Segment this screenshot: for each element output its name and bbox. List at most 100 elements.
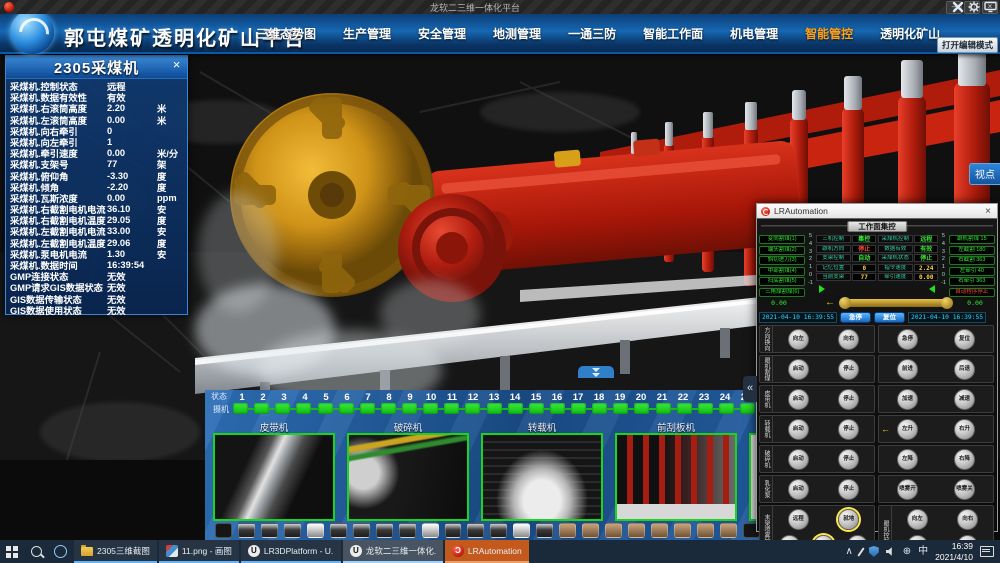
- nav-menu-item[interactable]: 一通三防: [568, 25, 616, 42]
- channel-status-indicator[interactable]: [508, 403, 523, 414]
- nav-menu-item[interactable]: 智能管控: [805, 25, 853, 42]
- cut-mode-button[interactable]: 左截割 180: [949, 246, 995, 255]
- round-control-button[interactable]: 向左: [907, 509, 928, 530]
- taskbar-item[interactable]: 龙软二三维一体化...: [343, 540, 443, 563]
- round-control-button[interactable]: 停止: [838, 389, 859, 410]
- round-control-button[interactable]: 停止: [838, 449, 859, 470]
- round-control-button[interactable]: 复位: [954, 329, 975, 350]
- cut-mode-button[interactable]: 斜切进刀(3): [759, 256, 805, 265]
- lra-close-icon[interactable]: ×: [983, 206, 993, 217]
- reset-button[interactable]: 复位: [874, 312, 905, 323]
- film-strip-cell[interactable]: [536, 523, 553, 538]
- nav-menu-item[interactable]: 地测管理: [493, 25, 541, 42]
- channel-status-indicator[interactable]: [550, 403, 565, 414]
- channel-status-indicator[interactable]: [529, 403, 544, 414]
- round-control-button[interactable]: 加速: [897, 389, 918, 410]
- nav-menu-item[interactable]: 智能工作面: [643, 25, 703, 42]
- camera-thumbnail[interactable]: [347, 433, 469, 521]
- cut-mode-button[interactable]: 中部割煤(4): [759, 267, 805, 276]
- cut-mode-button[interactable]: 跟机割煤 15: [949, 235, 995, 244]
- round-control-button[interactable]: 停止: [838, 419, 859, 440]
- taskbar-item[interactable]: 11.png - 画图: [159, 540, 239, 563]
- channel-status-indicator[interactable]: [423, 403, 438, 414]
- security-shield-icon[interactable]: [869, 546, 879, 557]
- round-control-button[interactable]: 前进: [897, 359, 918, 380]
- camera-thumbnail[interactable]: [213, 433, 335, 521]
- channel-status-indicator[interactable]: [360, 403, 375, 414]
- channel-status-indicator[interactable]: [402, 403, 417, 414]
- channel-status-indicator[interactable]: [677, 403, 692, 414]
- round-control-button[interactable]: 减速: [954, 389, 975, 410]
- round-control-button[interactable]: 右降: [954, 449, 975, 470]
- nav-menu-item[interactable]: 三维态势图: [256, 25, 316, 42]
- round-control-button[interactable]: 喷雾开: [897, 479, 918, 500]
- film-strip-cell[interactable]: [720, 523, 737, 538]
- taskbar-item[interactable]: LRAutomation: [445, 540, 529, 563]
- round-control-button[interactable]: 启动: [788, 359, 809, 380]
- round-control-button[interactable]: 喷雾关: [954, 479, 975, 500]
- channel-status-indicator[interactable]: [339, 403, 354, 414]
- film-strip-cell[interactable]: [284, 523, 301, 538]
- film-strip-cell[interactable]: [628, 523, 645, 538]
- channel-status-indicator[interactable]: [254, 403, 269, 414]
- camera-thumbnail[interactable]: [615, 433, 737, 521]
- collapse-chevron-button[interactable]: [578, 366, 614, 378]
- film-strip-cell[interactable]: [490, 523, 507, 538]
- round-control-button[interactable]: 右升: [954, 419, 975, 440]
- round-control-button[interactable]: 向左: [788, 329, 809, 350]
- nav-menu-item[interactable]: 机电管理: [730, 25, 778, 42]
- cut-mode-button[interactable]: 右截割 363: [949, 256, 995, 265]
- round-control-button[interactable]: 远程: [788, 509, 809, 530]
- pen-icon[interactable]: [857, 547, 864, 556]
- cortana-button[interactable]: [48, 540, 72, 563]
- film-strip-cell[interactable]: [376, 523, 393, 538]
- lra-collapse-handle[interactable]: «: [743, 376, 757, 402]
- network-globe-icon[interactable]: ⊕: [903, 540, 911, 563]
- viewpoint-tab[interactable]: 视点: [969, 163, 1000, 185]
- round-control-button[interactable]: 停止: [838, 359, 859, 380]
- taskbar-item[interactable]: LR3DPlatform - U...: [241, 540, 341, 563]
- round-control-button[interactable]: 左升: [897, 419, 918, 440]
- channel-status-indicator[interactable]: [318, 403, 333, 414]
- film-strip-cell[interactable]: [330, 523, 347, 538]
- channel-status-indicator[interactable]: [275, 403, 290, 414]
- tools-icon[interactable]: [952, 1, 964, 13]
- film-strip-cell[interactable]: [215, 523, 232, 538]
- channel-status-indicator[interactable]: [487, 403, 502, 414]
- channel-status-indicator[interactable]: [296, 403, 311, 414]
- film-strip-cell[interactable]: [605, 523, 622, 538]
- cut-mode-button[interactable]: 右牵引 363: [949, 277, 995, 286]
- channel-status-indicator[interactable]: [634, 403, 649, 414]
- channel-status-indicator[interactable]: [381, 403, 396, 414]
- film-strip-cell[interactable]: [261, 523, 278, 538]
- speaker-icon[interactable]: [886, 547, 896, 557]
- taskbar-item[interactable]: 2305三维截图: [74, 540, 157, 563]
- film-strip-cell[interactable]: [238, 523, 255, 538]
- channel-status-indicator[interactable]: [698, 403, 713, 414]
- round-control-button[interactable]: 左降: [897, 449, 918, 470]
- gear-icon[interactable]: [968, 1, 980, 13]
- cut-mode-button[interactable]: 左牵引 40: [949, 267, 995, 276]
- film-strip-cell[interactable]: [422, 523, 439, 538]
- channel-status-indicator[interactable]: [740, 403, 755, 414]
- clock[interactable]: 16:39 2021/4/10: [935, 541, 973, 562]
- round-control-button[interactable]: 后退: [954, 359, 975, 380]
- film-strip-cell[interactable]: [651, 523, 668, 538]
- film-strip-cell[interactable]: [445, 523, 462, 538]
- round-control-button[interactable]: 停止: [838, 479, 859, 500]
- round-control-button[interactable]: 急停: [897, 329, 918, 350]
- channel-status-indicator[interactable]: [592, 403, 607, 414]
- channel-status-indicator[interactable]: [613, 403, 628, 414]
- film-strip-cell[interactable]: [353, 523, 370, 538]
- film-strip-cell[interactable]: [559, 523, 576, 538]
- round-control-button[interactable]: 启动: [788, 419, 809, 440]
- film-strip-cell[interactable]: [307, 523, 324, 538]
- film-strip-cell[interactable]: [582, 523, 599, 538]
- start-button[interactable]: [0, 540, 24, 563]
- nav-menu-item[interactable]: 安全管理: [418, 25, 466, 42]
- camera-thumbnail[interactable]: [481, 433, 603, 521]
- notification-center-icon[interactable]: [980, 546, 994, 557]
- nav-menu-item[interactable]: 生产管理: [343, 25, 391, 42]
- estop-button[interactable]: 急停: [840, 312, 871, 323]
- channel-status-indicator[interactable]: [444, 403, 459, 414]
